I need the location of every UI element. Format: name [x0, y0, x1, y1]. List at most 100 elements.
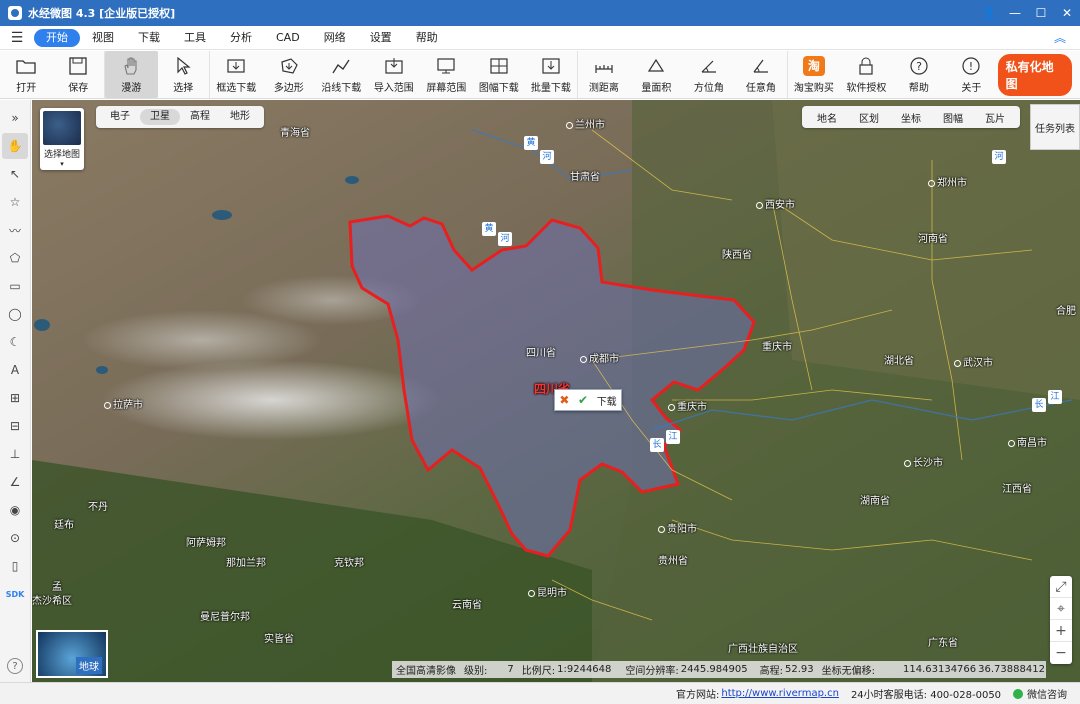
map-type-selector[interactable]: 选择地图 ▾ [40, 108, 84, 170]
menu-settings[interactable]: 设置 [358, 29, 404, 47]
azimuth-button[interactable]: 方位角 [683, 51, 736, 98]
map-view[interactable]: 选择地图 ▾ 电子 卫星 高程 地形 地名 区划 坐标 图幅 瓦片 任务列表 青… [32, 100, 1080, 682]
label-meng: 孟 [52, 582, 62, 593]
overlay-sheets[interactable]: 图幅 [932, 110, 974, 125]
status-level: 7 [507, 664, 514, 675]
globe-overview[interactable]: 地球 [36, 630, 108, 678]
import-range-button[interactable]: 导入范围 [368, 51, 421, 98]
overlay-tiles[interactable]: 瓦片 [974, 110, 1016, 125]
menu-tools[interactable]: 工具 [172, 29, 218, 47]
folder-icon [15, 56, 37, 76]
left-toolbar: » ✋ ↖ ☆ 〰 ⬠ ▭ ◯ ☾ A ⊞ ⊟ ⊥ ∠ ◉ ⊙ ▯ SDK ? [0, 100, 31, 682]
maximize-button[interactable]: ☐ [1028, 6, 1054, 20]
any-angle-button[interactable]: 任意角 [735, 51, 788, 98]
measure-distance-button[interactable]: 测距离 [578, 51, 631, 98]
zoom-out-button[interactable]: − [1050, 642, 1072, 664]
rectangle-tool-icon[interactable]: ▭ [2, 273, 28, 299]
minimize-button[interactable]: — [1002, 6, 1028, 20]
collapse-ribbon-icon[interactable]: ︽ [1054, 29, 1066, 46]
line-download-button[interactable]: 沿线下载 [315, 51, 368, 98]
river-label-chang-2: 长 [1032, 398, 1046, 412]
ribbon-toolbar: 打开 保存 漫游 选择 框选下载 多边形 沿线下载 导入范围 屏幕范围 图幅下载… [0, 51, 1080, 99]
close-button[interactable]: ✕ [1054, 6, 1080, 20]
svg-text:!: ! [969, 60, 973, 73]
box-download-button[interactable]: 框选下载 [210, 51, 263, 98]
angle-tool-icon[interactable]: ∠ [2, 469, 28, 495]
globe-label: 地球 [76, 657, 102, 674]
marker-tool-icon[interactable]: ☆ [2, 189, 28, 215]
azimuth-tool-icon[interactable]: ⊥ [2, 441, 28, 467]
menu-view[interactable]: 视图 [80, 29, 126, 47]
overlay-coordinates[interactable]: 坐标 [890, 110, 932, 125]
label-jiangxi: 江西省 [1002, 484, 1032, 495]
label-sichuan-small: 四川省 [526, 348, 556, 359]
site-link[interactable]: http://www.rivermap.cn [721, 688, 839, 699]
hamburger-menu-icon[interactable]: ☰ [0, 30, 34, 46]
polygon-tool-icon[interactable]: ⬠ [2, 245, 28, 271]
menu-network[interactable]: 网络 [312, 29, 358, 47]
mobile-icon[interactable]: ▯ [2, 553, 28, 579]
zoom-in-button[interactable]: + [1050, 620, 1072, 642]
circle-tool-icon[interactable]: ◯ [2, 301, 28, 327]
river-label-he-1: 河 [540, 150, 554, 164]
wechat-consult[interactable]: 微信咨询 [1013, 686, 1067, 701]
task-list-button[interactable]: 任务列表 [1030, 104, 1080, 150]
software-license-button[interactable]: 软件授权 [840, 51, 893, 98]
overlay-placenames[interactable]: 地名 [806, 110, 848, 125]
layer-elevation[interactable]: 高程 [180, 109, 220, 125]
save-icon [67, 56, 89, 76]
private-map-button[interactable]: 私有化地图 [997, 53, 1072, 96]
about-button[interactable]: ! 关于 [945, 51, 998, 98]
download-confirm-label[interactable]: 下载 [597, 393, 617, 408]
layer-electronic[interactable]: 电子 [100, 109, 140, 125]
ruler-tool-icon[interactable]: ⊞ [2, 385, 28, 411]
overlay-districts[interactable]: 区划 [848, 110, 890, 125]
pan-tool-icon[interactable]: ✋ [2, 133, 28, 159]
menu-download[interactable]: 下载 [126, 29, 172, 47]
river-label-he-2: 河 [498, 232, 512, 246]
taobao-buy-button[interactable]: 淘淘宝购买 [788, 51, 841, 98]
area-tool-icon[interactable]: ⊟ [2, 413, 28, 439]
text-tool-icon[interactable]: A [2, 357, 28, 383]
screen-range-button[interactable]: 屏幕范围 [420, 51, 473, 98]
polygon-download-icon [278, 56, 300, 76]
azimuth-icon [698, 56, 720, 76]
menu-analysis[interactable]: 分析 [218, 29, 264, 47]
label-lhasa: 拉萨市 [104, 396, 143, 411]
locate-icon[interactable]: ⌖ [1050, 598, 1072, 620]
batch-download-button[interactable]: 批量下载 [525, 51, 578, 98]
crescent-tool-icon[interactable]: ☾ [2, 329, 28, 355]
line-tool-icon[interactable]: 〰 [2, 217, 28, 243]
menu-help[interactable]: 帮助 [404, 29, 450, 47]
site-label: 官方网站: [676, 690, 720, 701]
plugin-icon[interactable]: ◉ [2, 497, 28, 523]
menu-cad[interactable]: CAD [264, 29, 312, 47]
river-label-jiang-1: 江 [666, 430, 680, 444]
polygon-download-button[interactable]: 多边形 [263, 51, 316, 98]
label-qinghai: 青海省 [280, 128, 310, 139]
open-button[interactable]: 打开 [0, 51, 53, 98]
title-bar: 水经微图 4.3 [企业版已授权] 👤 — ☐ ✕ [0, 0, 1080, 26]
select-tool-icon[interactable]: ↖ [2, 161, 28, 187]
pan-button[interactable]: 漫游 [105, 51, 158, 98]
river-label-jiang-2: 江 [1048, 390, 1062, 404]
sdk-icon[interactable]: SDK [2, 581, 28, 607]
confirm-check-icon[interactable]: ✔ [578, 393, 588, 407]
layer-satellite[interactable]: 卫星 [140, 109, 180, 125]
sheet-download-button[interactable]: 图幅下载 [473, 51, 526, 98]
status-level-label: 级别: [464, 666, 488, 677]
sidebar-help-icon[interactable]: ? [7, 658, 23, 674]
save-button[interactable]: 保存 [53, 51, 106, 98]
fullscreen-icon[interactable]: ⤢ [1050, 576, 1072, 598]
layer-terrain[interactable]: 地形 [220, 109, 260, 125]
cancel-icon[interactable]: ✖ [559, 393, 569, 407]
select-button[interactable]: 选择 [158, 51, 211, 98]
link-icon[interactable]: ⊙ [2, 525, 28, 551]
menu-start[interactable]: 开始 [34, 28, 80, 47]
expand-icon[interactable]: » [2, 105, 28, 131]
status-resolution-label: 空间分辨率: [625, 666, 679, 677]
measure-area-button[interactable]: 量面积 [630, 51, 683, 98]
user-icon[interactable]: 👤 [976, 6, 1002, 20]
label-guangxi: 广西壮族自治区 [728, 644, 798, 655]
help-button[interactable]: ? 帮助 [893, 51, 946, 98]
